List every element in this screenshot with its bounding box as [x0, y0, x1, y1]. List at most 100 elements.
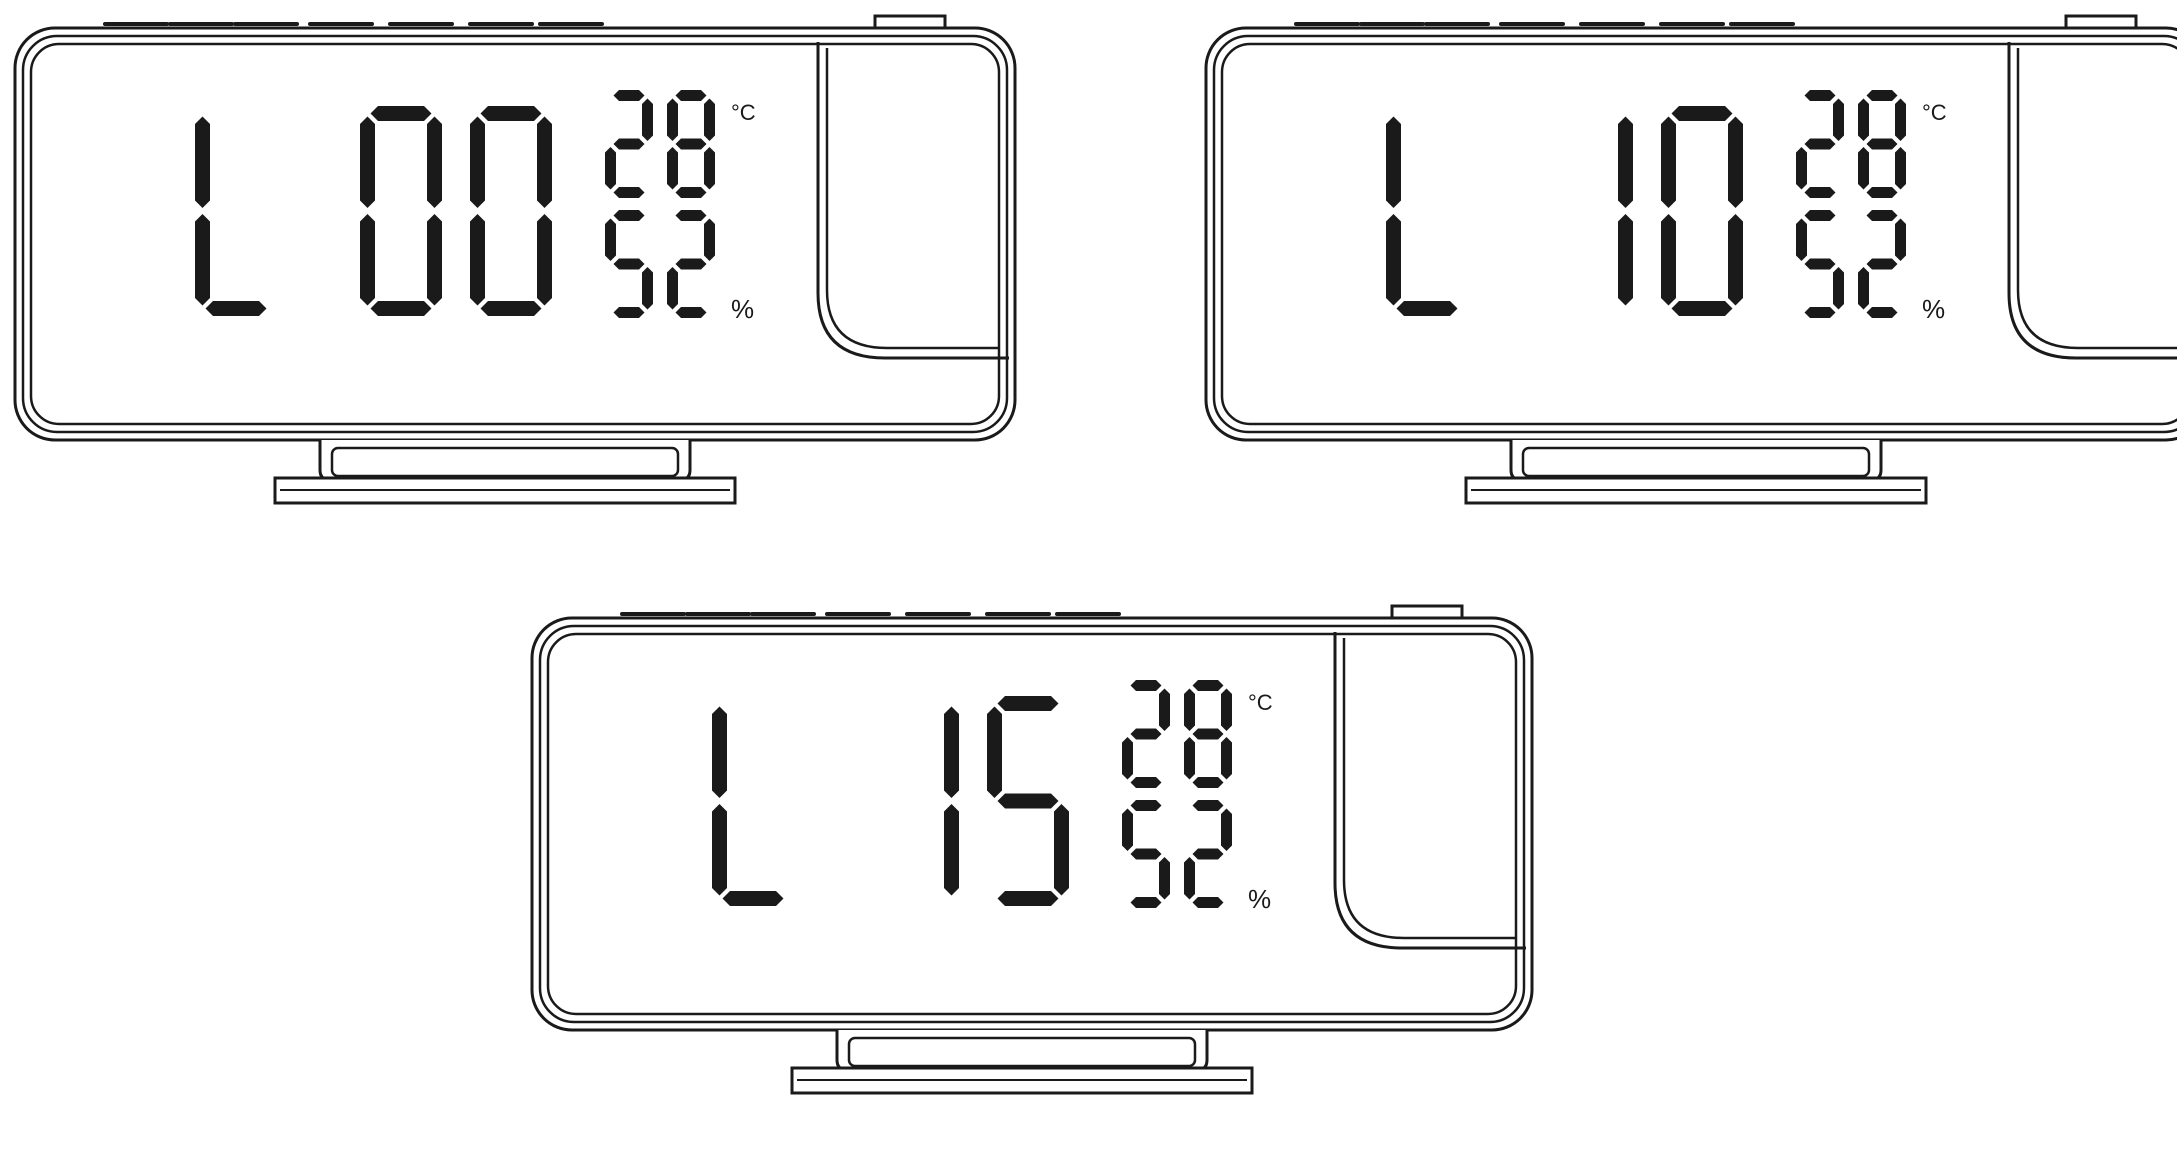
- temperature-digit-2: [667, 90, 715, 198]
- lcd-segment-f: [1184, 688, 1195, 731]
- lcd-segment-d: [675, 187, 707, 198]
- lcd-segment-e: [667, 267, 678, 310]
- lcd-segment-d: [1866, 307, 1898, 318]
- lcd-segment-c: [642, 267, 653, 310]
- clock-body-inner: [29, 42, 1001, 426]
- lcd-segment-c: [1618, 214, 1633, 306]
- lcd-segment-g: [1192, 728, 1224, 740]
- lcd-segment-b: [1895, 98, 1906, 141]
- lcd-segment-e: [1386, 214, 1401, 306]
- lcd-segment-a: [1671, 106, 1733, 121]
- lcd-segment-e: [667, 147, 678, 190]
- lcd-segment-c: [537, 214, 552, 306]
- lcd-segment-a: [1866, 90, 1898, 101]
- lcd-segment-e: [1858, 267, 1869, 310]
- lcd-segment-g: [613, 258, 645, 270]
- humidity-digit-2: [1858, 210, 1906, 318]
- clock-diagram: °C% °C% °C%: [13, 14, 2177, 1095]
- main-digit-4: [470, 106, 552, 316]
- clock-body-middle: [1212, 34, 2177, 434]
- main-digit-4: [987, 696, 1069, 906]
- main-digit-1: [1386, 116, 1458, 316]
- stand-neck: [318, 440, 692, 482]
- lcd-segment-g: [1804, 258, 1836, 270]
- lcd-segment-a: [1130, 680, 1162, 691]
- lcd-segment-g: [1804, 138, 1836, 150]
- temperature-digit-1: [1122, 680, 1170, 788]
- lcd-segment-b: [642, 98, 653, 141]
- main-digit-1: [712, 706, 784, 906]
- lcd-segment-f: [1122, 808, 1133, 851]
- lcd-segment-e: [195, 214, 210, 306]
- lcd-segment-b: [1833, 98, 1844, 141]
- clock-body-middle: [538, 624, 1526, 1024]
- lcd-segment-f: [987, 706, 1002, 798]
- lcd-segment-d: [1866, 187, 1898, 198]
- lcd-segment-f: [712, 706, 727, 798]
- lcd-segment-e: [712, 804, 727, 896]
- lcd-segment-d: [613, 307, 645, 318]
- lcd-segment-b: [427, 116, 442, 208]
- stand-neck: [1509, 440, 1883, 482]
- lcd-segment-f: [360, 116, 375, 208]
- lcd-segment-a: [997, 696, 1059, 711]
- projector-knob: [873, 14, 947, 30]
- main-digit-1: [195, 116, 267, 316]
- stand-neck: [835, 1030, 1209, 1072]
- lcd-segment-a: [1130, 800, 1162, 811]
- projector-bay-outer: [1333, 632, 1526, 950]
- humidity-digit-1: [1122, 800, 1170, 908]
- main-digit-4: [1661, 106, 1743, 316]
- clock-body-middle: [21, 34, 1009, 434]
- lcd-segment-e: [1184, 737, 1195, 780]
- humidity-digit-1: [1796, 210, 1844, 318]
- humidity-digit-2: [667, 210, 715, 318]
- lcd-segment-f: [195, 116, 210, 208]
- lcd-segment-g: [1192, 848, 1224, 860]
- lcd-segment-a: [613, 210, 645, 221]
- lcd-segment-e: [1122, 737, 1133, 780]
- lcd-segment-b: [944, 706, 959, 798]
- lcd-segment-a: [370, 106, 432, 121]
- lcd-segment-d: [370, 301, 432, 316]
- lcd-segment-a: [1192, 680, 1224, 691]
- lcd-segment-a: [675, 90, 707, 101]
- clock-body-outer: [13, 26, 1017, 442]
- main-digit-3: [944, 706, 959, 896]
- lcd-segment-f: [1386, 116, 1401, 208]
- temperature-unit: °C: [731, 100, 756, 125]
- lcd-segment-f: [605, 218, 616, 261]
- projector-bay-outer: [816, 42, 1009, 360]
- lcd-segment-g: [1866, 138, 1898, 150]
- lcd-segment-c: [1221, 737, 1232, 780]
- lcd-segment-f: [1661, 116, 1676, 208]
- lcd-segment-g: [1130, 848, 1162, 860]
- lcd-segment-e: [1858, 147, 1869, 190]
- lcd-segment-b: [1728, 116, 1743, 208]
- lcd-segment-b: [1895, 218, 1906, 261]
- temperature-unit: °C: [1248, 690, 1273, 715]
- clock-body-outer: [1204, 26, 2177, 442]
- lcd-segment-b: [1221, 688, 1232, 731]
- lcd-segment-a: [1192, 800, 1224, 811]
- lcd-segment-d: [1671, 301, 1733, 316]
- humidity-digit-1: [605, 210, 653, 318]
- lcd-segment-c: [704, 147, 715, 190]
- projector-bay-inner: [2016, 48, 2177, 350]
- lcd-segment-c: [1159, 857, 1170, 900]
- lcd-segment-d: [997, 891, 1059, 906]
- lcd-segment-a: [613, 90, 645, 101]
- lcd-segment-d: [205, 301, 267, 316]
- lcd-segment-b: [537, 116, 552, 208]
- lcd-segment-e: [605, 147, 616, 190]
- lcd-segment-e: [470, 214, 485, 306]
- clock-body-inner: [1220, 42, 2177, 426]
- lcd-segment-b: [1618, 116, 1633, 208]
- clock-body-outer: [530, 616, 1534, 1032]
- projector-bay-inner: [825, 48, 999, 350]
- lcd-segment-e: [1661, 214, 1676, 306]
- clock-l15: °C%: [530, 604, 1534, 1095]
- humidity-digit-2: [1184, 800, 1232, 908]
- main-digit-3: [1618, 116, 1633, 306]
- lcd-segment-f: [470, 116, 485, 208]
